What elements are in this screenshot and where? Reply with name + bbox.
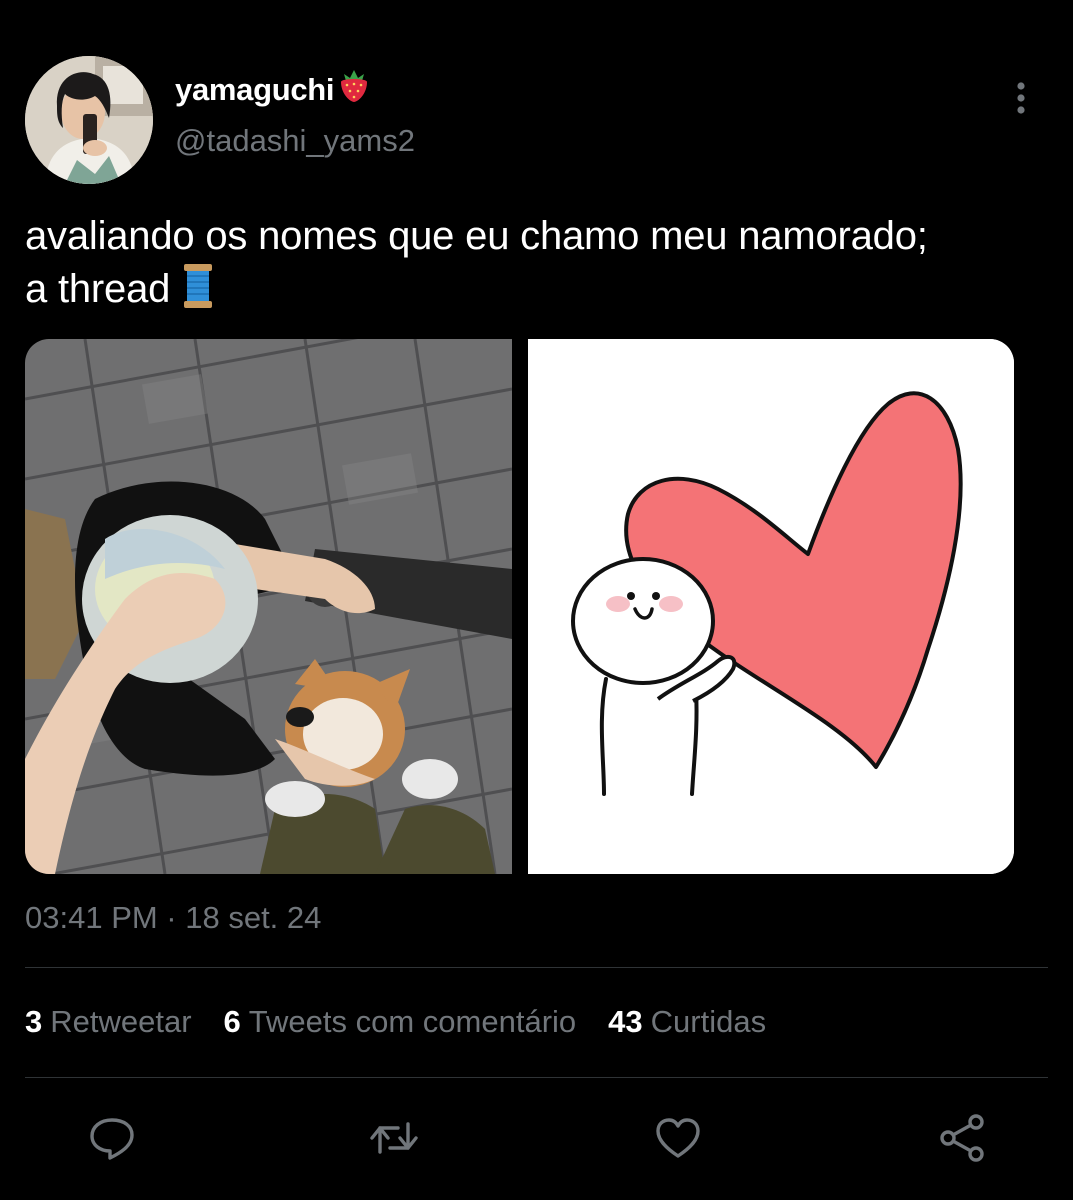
retweet-button[interactable] — [368, 1112, 420, 1164]
author-display-name[interactable]: yamaguchi — [175, 66, 372, 112]
tweet-stats: 3 Retweetar 6 Tweets com comentário 43 Curt… — [25, 1004, 766, 1040]
tweet-media[interactable] — [25, 339, 1014, 874]
reply-button[interactable] — [86, 1112, 138, 1164]
divider-top — [25, 967, 1048, 968]
tweet-text-line-2: a thread — [25, 262, 1055, 323]
share-icon — [940, 1114, 984, 1162]
author-display-name-text: yamaguchi — [175, 72, 335, 107]
retweet-icon — [370, 1122, 418, 1154]
likes-label: Curtidas — [650, 1004, 767, 1039]
quote-tweets-stat[interactable]: 6 Tweets com comentário — [224, 1004, 577, 1040]
likes-count: 43 — [608, 1004, 643, 1039]
tweet-text-line-1: avaliando os nomes que eu chamo meu namo… — [25, 214, 928, 258]
like-button[interactable] — [652, 1112, 704, 1164]
divider-bottom — [25, 1077, 1048, 1078]
strawberry-icon — [336, 66, 372, 112]
author-avatar[interactable] — [25, 56, 153, 184]
tweet-text: avaliando os nomes que eu chamo meu namo… — [25, 210, 1055, 323]
spool-of-thread-icon — [182, 262, 214, 323]
retweets-count: 3 — [25, 1004, 43, 1039]
quote-tweets-count: 6 — [223, 1004, 241, 1039]
quote-tweets-label: Tweets com comentário — [248, 1004, 577, 1039]
retweets-stat[interactable]: 3 Retweetar — [25, 1004, 192, 1040]
tweet-text-line-2-text: a thread — [25, 267, 171, 311]
media-photo-couple-with-dog[interactable] — [25, 339, 512, 874]
author-handle[interactable]: @tadashi_yams2 — [175, 123, 415, 159]
tweet-timestamp[interactable]: 03:41 PM · 18 set. 24 — [25, 900, 321, 936]
share-button[interactable] — [936, 1112, 988, 1164]
likes-stat[interactable]: 43 Curtidas — [608, 1004, 766, 1040]
retweets-label: Retweetar — [50, 1004, 192, 1039]
more-options-icon[interactable] — [1004, 78, 1038, 118]
media-drawing-heart[interactable] — [528, 339, 1014, 874]
like-icon — [656, 1118, 700, 1158]
reply-icon — [90, 1118, 134, 1160]
